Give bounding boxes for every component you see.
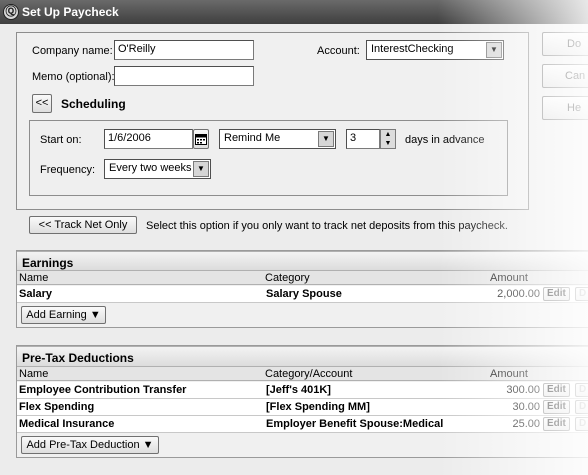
- remind-value: Remind Me: [224, 132, 281, 144]
- account-dropdown[interactable]: InterestChecking ▼: [366, 40, 504, 60]
- add-earning-button[interactable]: Add Earning ▼: [21, 306, 106, 324]
- row-amount: 30.00: [512, 401, 540, 413]
- table-row[interactable]: Salary Salary Spouse 2,000.00 Edit D: [17, 286, 588, 303]
- earnings-header: Earnings: [17, 251, 588, 271]
- edit-button[interactable]: Edit: [543, 400, 570, 414]
- quicken-logo-icon: Ⓠ: [3, 4, 19, 20]
- chevron-down-icon[interactable]: ▼: [318, 131, 334, 147]
- window-title: Set Up Paycheck: [22, 5, 119, 19]
- table-row[interactable]: Medical Insurance Employer Benefit Spous…: [17, 416, 588, 433]
- column-header-category: Category: [265, 272, 310, 284]
- earnings-title: Earnings: [22, 256, 74, 270]
- row-amount: 2,000.00: [497, 288, 540, 300]
- table-row[interactable]: Flex Spending [Flex Spending MM] 30.00 E…: [17, 399, 588, 416]
- delete-button[interactable]: D: [575, 383, 588, 397]
- row-amount: 300.00: [506, 384, 540, 396]
- add-pretax-deduction-button[interactable]: Add Pre-Tax Deduction ▼: [21, 436, 159, 454]
- edit-button[interactable]: Edit: [543, 417, 570, 431]
- chevron-down-icon[interactable]: ▼: [486, 42, 502, 58]
- edit-button[interactable]: Edit: [543, 383, 570, 397]
- start-on-label: Start on:: [40, 134, 82, 146]
- done-button[interactable]: Do: [542, 32, 588, 56]
- remind-dropdown[interactable]: Remind Me ▼: [219, 129, 336, 149]
- pretax-header: Pre-Tax Deductions: [17, 346, 588, 367]
- memo-field[interactable]: [114, 66, 254, 86]
- scheduling-heading: Scheduling: [61, 97, 126, 111]
- start-date-field[interactable]: 1/6/2006: [104, 129, 193, 149]
- row-category: [Flex Spending MM]: [266, 401, 370, 413]
- account-label: Account:: [317, 45, 360, 57]
- row-name: Salary: [19, 288, 53, 300]
- column-header-category: Category/Account: [265, 368, 353, 380]
- column-header-amount: Amount: [490, 272, 528, 284]
- column-header-amount: Amount: [490, 368, 528, 380]
- title-bar: Ⓠ Set Up Paycheck: [0, 0, 588, 24]
- track-net-only-hint: Select this option if you only want to t…: [146, 220, 508, 232]
- delete-button[interactable]: D: [575, 400, 588, 414]
- spinner-arrows-icon[interactable]: ▲ ▼: [380, 129, 396, 149]
- row-category: Employer Benefit Spouse:Medical: [266, 418, 444, 430]
- pretax-title: Pre-Tax Deductions: [22, 351, 134, 365]
- scheduling-toggle-button[interactable]: <<: [32, 94, 52, 113]
- row-name: Medical Insurance: [19, 418, 115, 430]
- row-name: Employee Contribution Transfer: [19, 384, 187, 396]
- pretax-column-headers: Name Category/Account Amount: [17, 367, 588, 381]
- frequency-value: Every two weeks: [109, 162, 192, 174]
- company-name-field[interactable]: O'Reilly: [114, 40, 254, 60]
- days-in-advance-label: days in advance: [405, 134, 485, 146]
- row-amount: 25.00: [512, 418, 540, 430]
- column-header-name: Name: [19, 272, 49, 284]
- track-net-only-button[interactable]: << Track Net Only: [29, 216, 137, 234]
- help-button[interactable]: He: [542, 96, 588, 120]
- chevron-down-icon[interactable]: ▼: [193, 161, 209, 177]
- cancel-button[interactable]: Can: [542, 64, 588, 88]
- column-header-name: Name: [19, 368, 49, 380]
- days-in-advance-field[interactable]: 3: [346, 129, 380, 149]
- table-row[interactable]: Employee Contribution Transfer [Jeff's 4…: [17, 382, 588, 399]
- row-name: Flex Spending: [19, 401, 95, 413]
- memo-label: Memo (optional):: [32, 71, 115, 83]
- edit-button[interactable]: Edit: [543, 287, 570, 301]
- frequency-label: Frequency:: [40, 164, 96, 176]
- frequency-dropdown[interactable]: Every two weeks ▼: [104, 159, 211, 179]
- earnings-column-headers: Name Category Amount: [17, 271, 588, 285]
- calendar-icon[interactable]: [193, 129, 209, 149]
- account-value: InterestChecking: [371, 43, 454, 55]
- row-category: [Jeff's 401K]: [266, 384, 331, 396]
- company-name-label: Company name:: [32, 45, 113, 57]
- delete-button[interactable]: D: [575, 417, 588, 431]
- row-category: Salary Spouse: [266, 288, 342, 300]
- delete-button[interactable]: D: [575, 287, 588, 301]
